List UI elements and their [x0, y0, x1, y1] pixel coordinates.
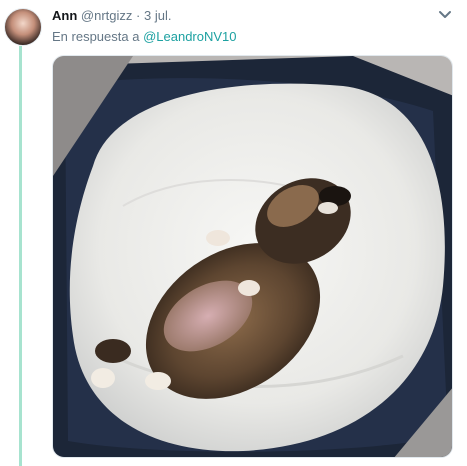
- tweet-photo[interactable]: [52, 55, 453, 458]
- author-handle[interactable]: @nrtgizz: [81, 8, 133, 23]
- puppy-photo-image: [53, 56, 452, 457]
- tweet-header: Ann @nrtgizz · 3 jul.: [52, 8, 171, 24]
- reply-mention-link[interactable]: @LeandroNV10: [143, 29, 236, 44]
- author-name[interactable]: Ann: [52, 8, 77, 23]
- tweet-timestamp[interactable]: 3 jul.: [144, 8, 171, 23]
- thread-connector-line: [19, 46, 22, 466]
- author-avatar[interactable]: [4, 8, 42, 46]
- reply-prefix: En respuesta a: [52, 29, 140, 44]
- chevron-down-icon[interactable]: [438, 10, 452, 20]
- header-separator: ·: [136, 8, 141, 23]
- reply-context: En respuesta a @LeandroNV10: [52, 29, 237, 45]
